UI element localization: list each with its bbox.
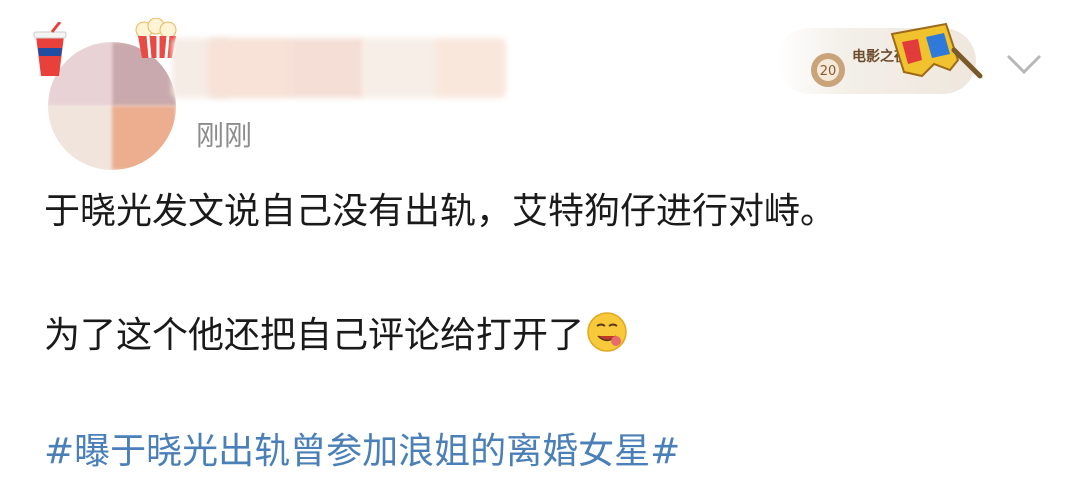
post-timestamp: 刚刚: [196, 119, 253, 152]
chevron-down-icon[interactable]: [1004, 52, 1044, 76]
blurred-name-segment: [362, 38, 442, 98]
3d-glasses-icon: [890, 22, 983, 79]
drink-cup-icon: [33, 22, 67, 76]
post-text-paragraph: 于晓光发文说自己没有出轨，艾特狗仔进行对峙。: [44, 191, 837, 232]
yummy-face-icon: [587, 312, 627, 352]
avatar-pixel: [112, 106, 176, 170]
avatar-pixel: [48, 106, 112, 170]
topic-hashtag-link[interactable]: #曝于晓光出轨曾参加浪姐的离婚女星#: [44, 428, 680, 476]
event-badge[interactable]: 20 电影之夜: [776, 20, 986, 100]
author-name[interactable]: [172, 38, 512, 98]
blurred-name-segment: [436, 38, 506, 98]
blurred-name-segment: [208, 38, 294, 98]
post-text-paragraph-with-emoji: 为了这个他还把自己评论给打开了: [44, 311, 628, 360]
blurred-name-segment: [290, 38, 366, 98]
svg-text:20: 20: [820, 64, 837, 79]
weibo-emblem-icon: 20: [811, 53, 845, 87]
avatar-frame[interactable]: [30, 18, 180, 170]
post-text-paragraph: 为了这个他还把自己评论给打开了: [44, 315, 585, 356]
